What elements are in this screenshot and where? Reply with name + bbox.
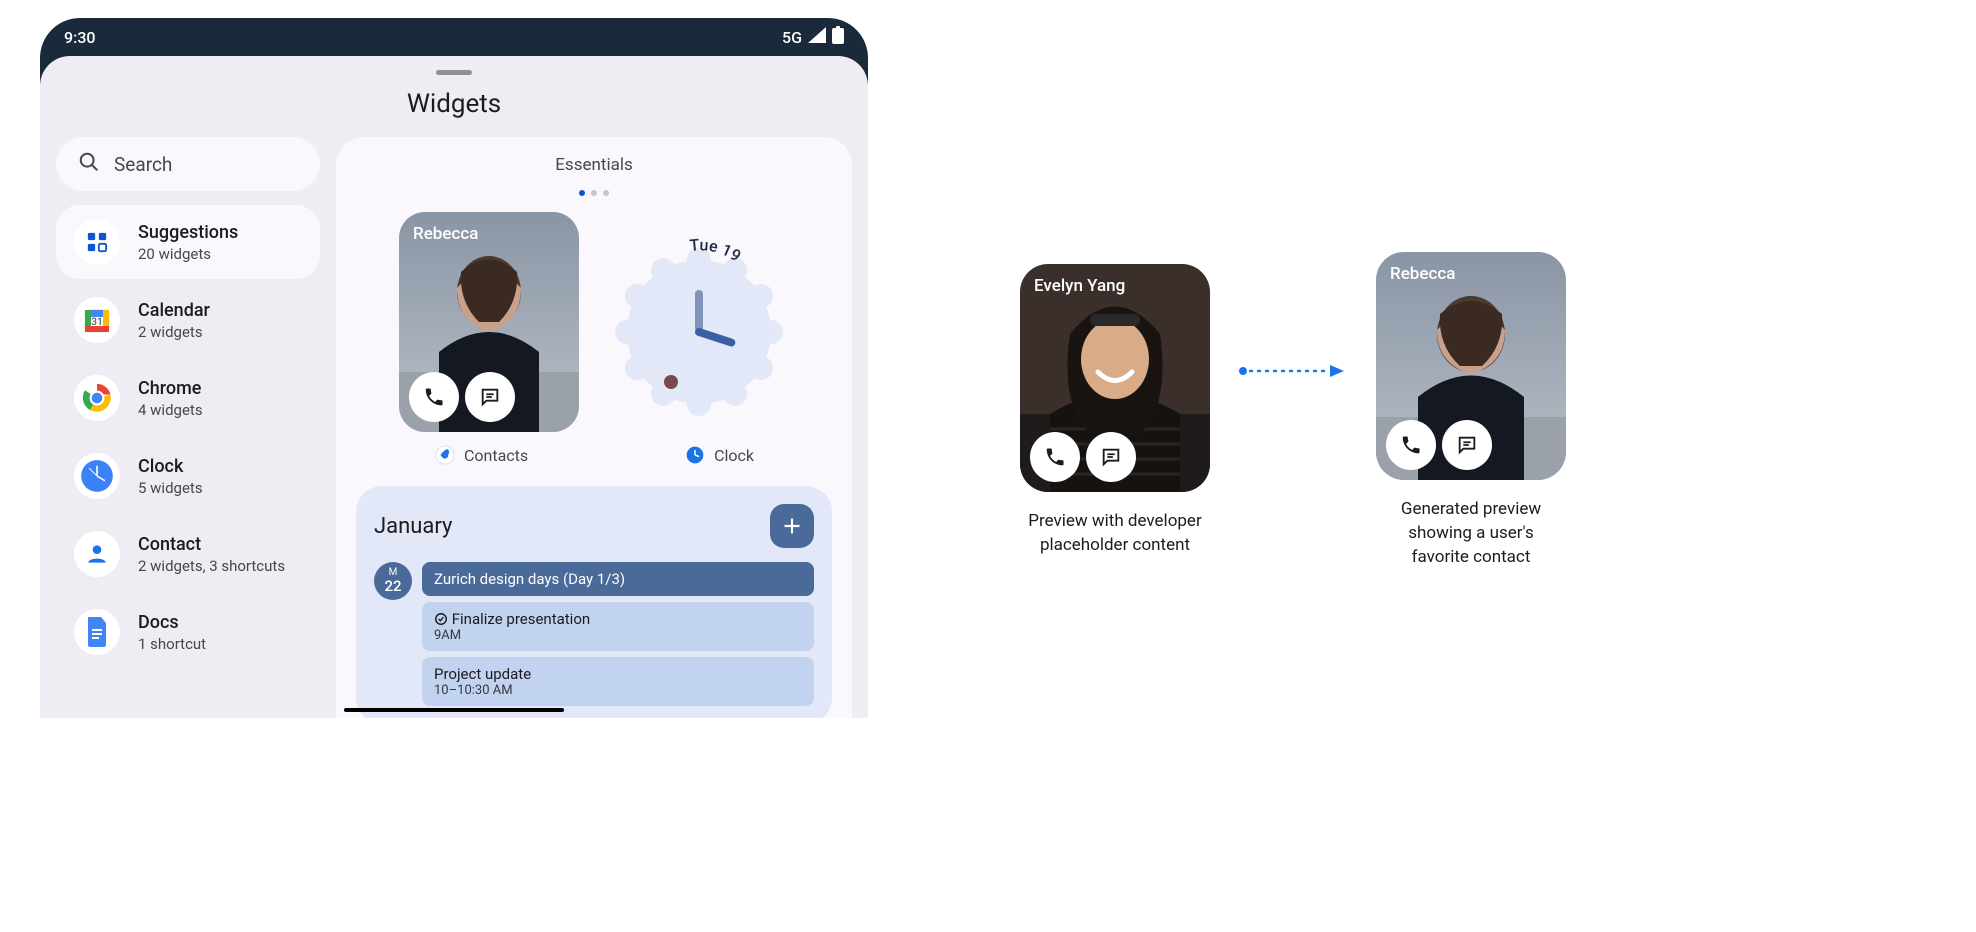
date-badge: M 22 (374, 562, 412, 600)
contact-icon (74, 531, 120, 577)
app-sub: 2 widgets, 3 shortcuts (138, 557, 285, 575)
contacts-app-icon (434, 444, 456, 466)
preview-caption-left: Preview with developer placeholder conte… (1025, 510, 1205, 558)
event-item[interactable]: Project update 10–10:30 AM (422, 657, 814, 706)
search-input[interactable]: Search (56, 137, 320, 191)
contact-name: Evelyn Yang (1034, 276, 1125, 296)
call-button[interactable] (1030, 432, 1080, 482)
add-event-button[interactable] (770, 504, 814, 548)
essentials-panel: Essentials (336, 137, 852, 718)
preview-comparison: Evelyn Yang Preview with developer place… (1020, 252, 1566, 569)
app-item-contact[interactable]: Contact 2 widgets, 3 shortcuts (56, 517, 320, 591)
message-button[interactable] (1442, 420, 1492, 470)
app-name: Calendar (138, 300, 210, 321)
event-item[interactable]: Zurich design days (Day 1/3) (422, 562, 814, 596)
svg-text:31: 31 (91, 317, 102, 328)
event-title: Finalize presentation (452, 610, 590, 628)
event-title: Project update (434, 665, 802, 683)
app-name: Suggestions (138, 222, 238, 243)
app-item-suggestions[interactable]: Suggestions 20 widgets (56, 205, 320, 279)
device-frame: 9:30 5G Widgets Search (40, 18, 868, 718)
docs-icon (74, 609, 120, 655)
battery-icon (832, 26, 844, 48)
preview-widget-generated: Rebecca (1376, 252, 1566, 480)
app-list: Suggestions 20 widgets 31 Calendar 2 wid… (56, 205, 320, 669)
app-sub: 5 widgets (138, 479, 203, 497)
panel-title: Widgets (40, 89, 868, 119)
widgets-panel: Widgets Search Suggestions (40, 56, 868, 718)
app-sub: 2 widgets (138, 323, 210, 341)
message-button[interactable] (465, 372, 515, 422)
app-item-chrome[interactable]: Chrome 4 widgets (56, 361, 320, 435)
contacts-label-row: Contacts (434, 444, 528, 466)
contact-name: Rebecca (413, 224, 478, 244)
search-placeholder: Search (114, 153, 172, 176)
clock-app-icon (684, 444, 706, 466)
clock-day: Tue (689, 235, 720, 256)
message-button[interactable] (1086, 432, 1136, 482)
drag-handle[interactable] (436, 70, 472, 75)
event-time: 10–10:30 AM (434, 683, 802, 698)
event-title: Zurich design days (Day 1/3) (434, 570, 625, 588)
clock-label: Clock (714, 446, 754, 465)
app-sub: 20 widgets (138, 245, 238, 263)
preview-caption-right: Generated preview showing a user's favor… (1381, 498, 1561, 569)
event-item[interactable]: Finalize presentation 9AM (422, 602, 814, 651)
suggestions-icon (74, 219, 120, 265)
preview-widget-placeholder: Evelyn Yang (1020, 264, 1210, 492)
nav-bar[interactable] (344, 708, 564, 712)
app-sub: 1 shortcut (138, 635, 206, 653)
clock-icon (74, 453, 120, 499)
clock-widget[interactable]: Tue 19 (609, 212, 789, 432)
app-name: Docs (138, 612, 206, 633)
contact-name: Rebecca (1390, 264, 1455, 284)
calendar-month: January (374, 514, 452, 539)
search-icon (78, 151, 100, 178)
app-name: Contact (138, 534, 285, 555)
network-label: 5G (782, 28, 802, 47)
app-sub: 4 widgets (138, 401, 203, 419)
app-item-docs[interactable]: Docs 1 shortcut (56, 595, 320, 669)
app-name: Chrome (138, 378, 203, 399)
call-button[interactable] (1386, 420, 1436, 470)
event-time: 9AM (434, 628, 802, 643)
calendar-widget[interactable]: January M 22 Zurich design days (Day 1/ (356, 486, 832, 718)
call-button[interactable] (409, 372, 459, 422)
app-name: Clock (138, 456, 203, 477)
chrome-icon (74, 375, 120, 421)
essentials-title: Essentials (356, 155, 832, 175)
app-item-calendar[interactable]: 31 Calendar 2 widgets (56, 283, 320, 357)
contact-widget[interactable]: Rebecca (399, 212, 579, 432)
arrow-icon (1238, 364, 1348, 378)
page-dots[interactable] (356, 181, 832, 200)
clock-label-row: Clock (684, 444, 754, 466)
day-number: 22 (384, 578, 401, 595)
contacts-label: Contacts (464, 446, 528, 465)
status-time: 9:30 (64, 28, 96, 47)
calendar-icon: 31 (74, 297, 120, 343)
signal-icon (808, 27, 826, 47)
status-bar: 9:30 5G (40, 18, 868, 56)
app-item-clock[interactable]: Clock 5 widgets (56, 439, 320, 513)
